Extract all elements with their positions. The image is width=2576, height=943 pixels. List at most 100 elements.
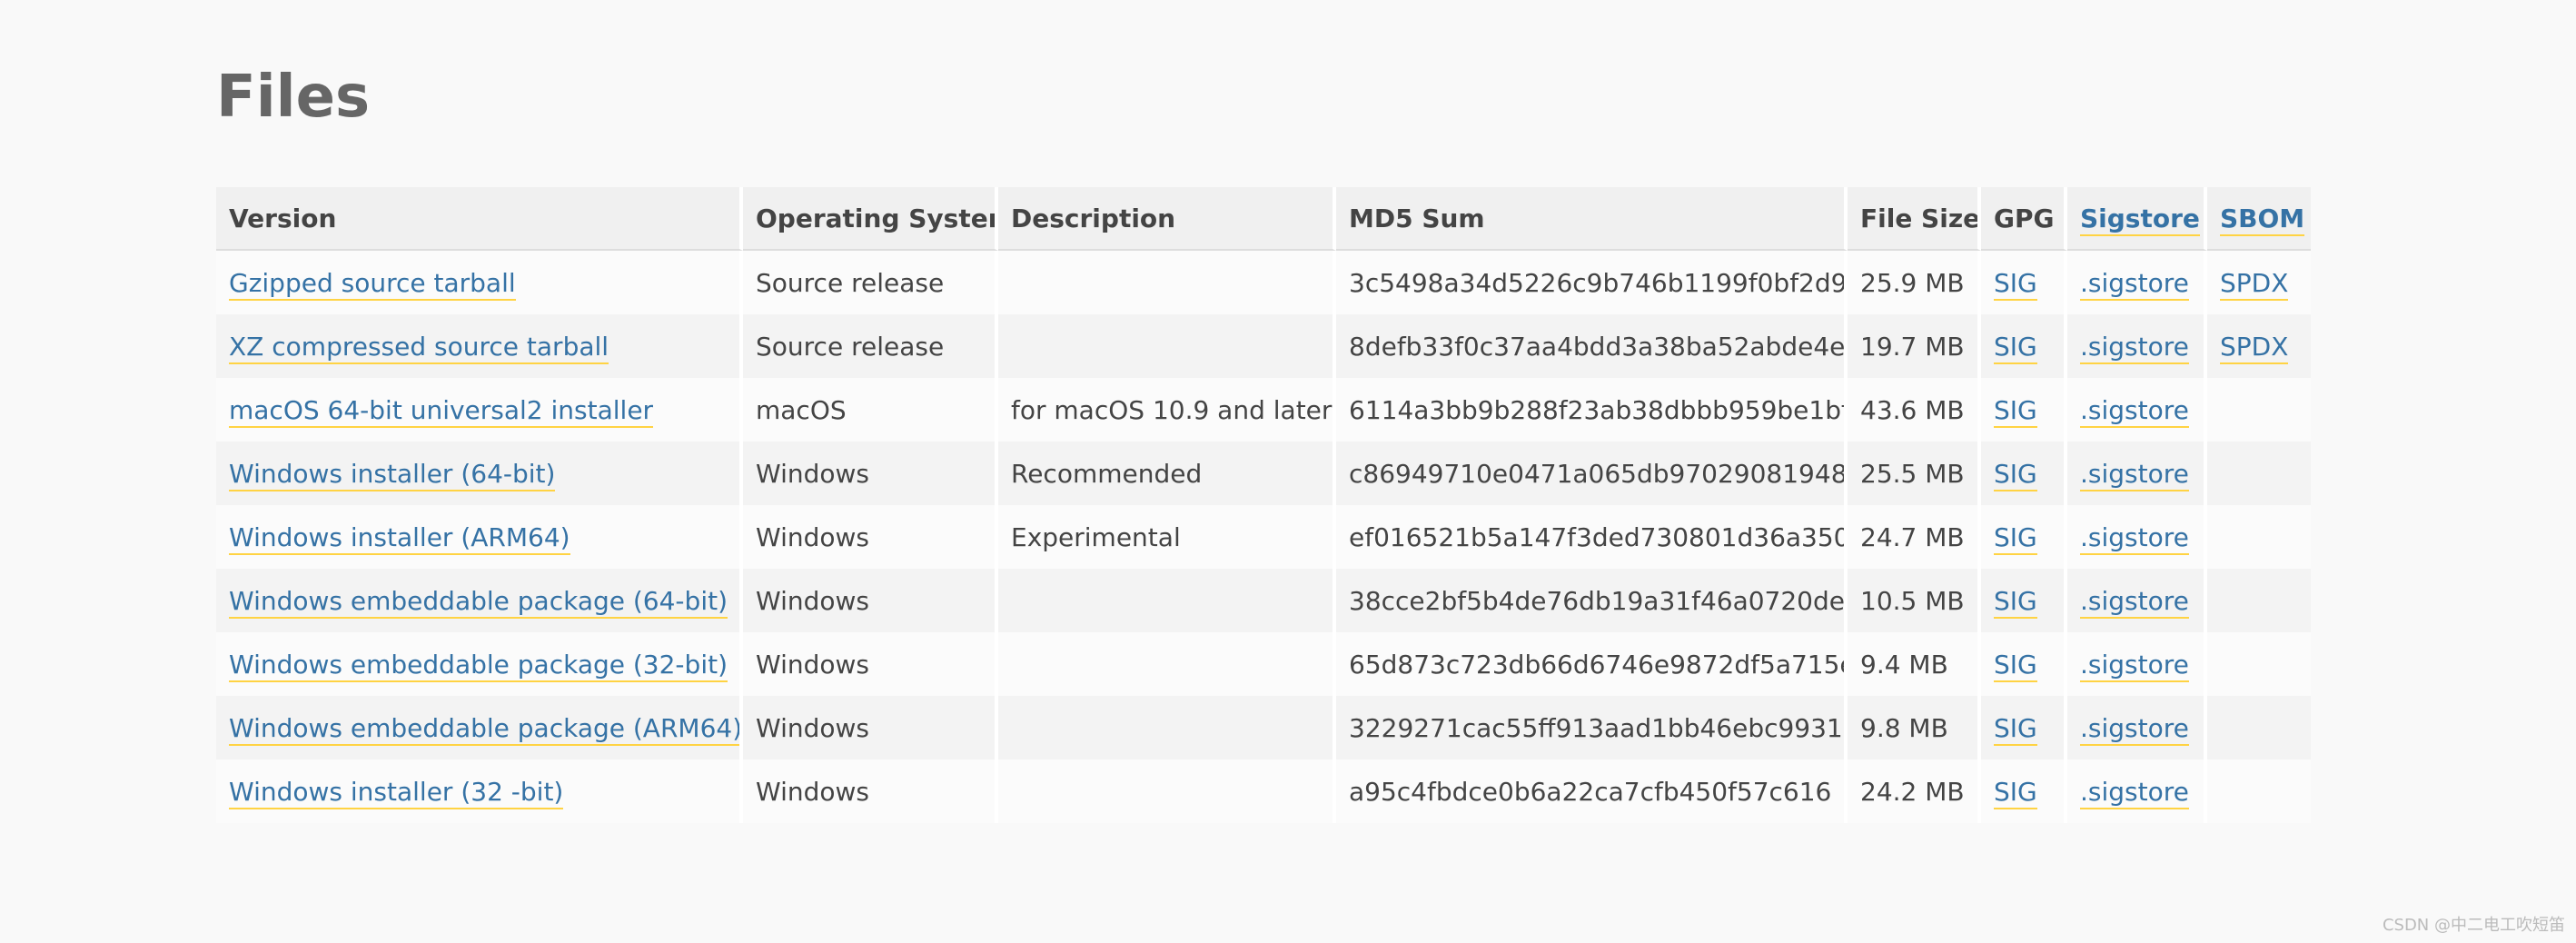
version-cell: Gzipped source tarball bbox=[216, 251, 743, 314]
sigstore-link[interactable]: .sigstore bbox=[2080, 458, 2189, 491]
sigstore-link[interactable]: .sigstore bbox=[2080, 776, 2189, 809]
os-cell: Windows bbox=[743, 759, 998, 823]
version-cell: Windows installer (64-bit) bbox=[216, 442, 743, 505]
sigstore-link[interactable]: .sigstore bbox=[2080, 649, 2189, 682]
sbom-cell bbox=[2207, 505, 2311, 569]
description-cell bbox=[998, 314, 1336, 378]
sbom-cell bbox=[2207, 569, 2311, 632]
gpg-sig-link[interactable]: SIG bbox=[1994, 458, 2037, 491]
sigstore-header-link[interactable]: Sigstore bbox=[2080, 203, 2200, 236]
sigstore-link[interactable]: .sigstore bbox=[2080, 267, 2189, 301]
sigstore-link[interactable]: .sigstore bbox=[2080, 331, 2189, 364]
description-cell bbox=[998, 251, 1336, 314]
gpg-sig-link[interactable]: SIG bbox=[1994, 394, 2037, 428]
os-text: Windows bbox=[756, 585, 869, 616]
gpg-sig-link[interactable]: SIG bbox=[1994, 267, 2037, 301]
os-cell: Windows bbox=[743, 696, 998, 759]
gpg-cell: SIG bbox=[1981, 442, 2067, 505]
size-text: 9.4 MB bbox=[1860, 649, 1948, 680]
download-link[interactable]: Windows installer (32 -bit) bbox=[229, 776, 564, 809]
gpg-cell: SIG bbox=[1981, 632, 2067, 696]
gpg-cell: SIG bbox=[1981, 314, 2067, 378]
description-text: Experimental bbox=[1011, 521, 1181, 552]
size-text: 24.7 MB bbox=[1860, 521, 1965, 552]
size-text: 24.2 MB bbox=[1860, 776, 1965, 807]
description-cell: Experimental bbox=[998, 505, 1336, 569]
version-cell: Windows installer (ARM64) bbox=[216, 505, 743, 569]
download-link[interactable]: XZ compressed source tarball bbox=[229, 331, 609, 364]
os-cell: Source release bbox=[743, 251, 998, 314]
size-cell: 24.7 MB bbox=[1848, 505, 1981, 569]
size-cell: 9.4 MB bbox=[1848, 632, 1981, 696]
os-text: Windows bbox=[756, 649, 869, 680]
os-text: macOS bbox=[756, 394, 847, 425]
os-cell: Source release bbox=[743, 314, 998, 378]
sbom-header-link[interactable]: SBOM bbox=[2220, 203, 2305, 236]
sigstore-link[interactable]: .sigstore bbox=[2080, 585, 2189, 619]
description-cell bbox=[998, 696, 1336, 759]
column-header-sbom: SBOM bbox=[2207, 187, 2311, 251]
table-row: Windows installer (32 -bit) Windows a95c4f… bbox=[216, 759, 2311, 823]
md5-cell: 3c5498a34d5226c9b746b1199f0bf2d9 bbox=[1336, 251, 1848, 314]
os-cell: macOS bbox=[743, 378, 998, 442]
gpg-cell: SIG bbox=[1981, 696, 2067, 759]
size-cell: 25.9 MB bbox=[1848, 251, 1981, 314]
download-link[interactable]: Windows embeddable package (ARM64) bbox=[229, 712, 739, 746]
sigstore-link[interactable]: .sigstore bbox=[2080, 712, 2189, 746]
table-header-row: Version Operating System Description MD5… bbox=[216, 187, 2311, 251]
sigstore-link[interactable]: .sigstore bbox=[2080, 394, 2189, 428]
md5-text: ef016521b5a147f3ded730801d36a350 bbox=[1349, 521, 1848, 552]
size-text: 10.5 MB bbox=[1860, 585, 1965, 616]
os-text: Windows bbox=[756, 458, 869, 489]
column-header-sigstore: Sigstore bbox=[2067, 187, 2207, 251]
download-link[interactable]: Windows installer (ARM64) bbox=[229, 521, 570, 555]
version-cell: Windows embeddable package (64-bit) bbox=[216, 569, 743, 632]
md5-text: 65d873c723db66d6746e9872df5a715e bbox=[1349, 649, 1848, 680]
sigstore-cell: .sigstore bbox=[2067, 314, 2207, 378]
sbom-cell: SPDX bbox=[2207, 251, 2311, 314]
page-title: Files bbox=[216, 64, 371, 131]
sigstore-cell: .sigstore bbox=[2067, 251, 2207, 314]
table-row: Windows installer (64-bit) Windows Recomme… bbox=[216, 442, 2311, 505]
md5-cell: 65d873c723db66d6746e9872df5a715e bbox=[1336, 632, 1848, 696]
sigstore-link[interactable]: .sigstore bbox=[2080, 521, 2189, 555]
sigstore-cell: .sigstore bbox=[2067, 696, 2207, 759]
version-cell: Windows embeddable package (ARM64) bbox=[216, 696, 743, 759]
download-link[interactable]: Windows embeddable package (64-bit) bbox=[229, 585, 728, 619]
sigstore-cell: .sigstore bbox=[2067, 505, 2207, 569]
sbom-cell: SPDX bbox=[2207, 314, 2311, 378]
md5-text: 3c5498a34d5226c9b746b1199f0bf2d9 bbox=[1349, 267, 1848, 298]
sbom-spdx-link[interactable]: SPDX bbox=[2220, 331, 2289, 364]
gpg-sig-link[interactable]: SIG bbox=[1994, 331, 2037, 364]
gpg-sig-link[interactable]: SIG bbox=[1994, 649, 2037, 682]
md5-text: a95c4fbdce0b6a22ca7cfb450f57c616 bbox=[1349, 776, 1832, 807]
size-cell: 9.8 MB bbox=[1848, 696, 1981, 759]
description-cell: Recommended bbox=[998, 442, 1336, 505]
md5-text: 8defb33f0c37aa4bdd3a38ba52abde4e bbox=[1349, 331, 1846, 362]
sbom-cell bbox=[2207, 378, 2311, 442]
description-text: for macOS 10.9 and later bbox=[1011, 394, 1333, 425]
sigstore-cell: .sigstore bbox=[2067, 378, 2207, 442]
sigstore-cell: .sigstore bbox=[2067, 569, 2207, 632]
download-link[interactable]: Windows installer (64-bit) bbox=[229, 458, 556, 491]
os-cell: Windows bbox=[743, 442, 998, 505]
column-header-version: Version bbox=[216, 187, 743, 251]
md5-cell: 3229271cac55ff913aad1bb46ebc9931 bbox=[1336, 696, 1848, 759]
table-row: Windows embeddable package (32-bit) Windo… bbox=[216, 632, 2311, 696]
gpg-sig-link[interactable]: SIG bbox=[1994, 521, 2037, 555]
sbom-cell bbox=[2207, 632, 2311, 696]
size-text: 25.5 MB bbox=[1860, 458, 1965, 489]
download-link[interactable]: Gzipped source tarball bbox=[229, 267, 516, 301]
size-cell: 24.2 MB bbox=[1848, 759, 1981, 823]
version-cell: Windows installer (32 -bit) bbox=[216, 759, 743, 823]
gpg-sig-link[interactable]: SIG bbox=[1994, 776, 2037, 809]
gpg-sig-link[interactable]: SIG bbox=[1994, 712, 2037, 746]
download-link[interactable]: Windows embeddable package (32-bit) bbox=[229, 649, 728, 682]
column-header-md5: MD5 Sum bbox=[1336, 187, 1848, 251]
os-text: Windows bbox=[756, 712, 869, 743]
download-link[interactable]: macOS 64-bit universal2 installer bbox=[229, 394, 654, 428]
md5-text: c86949710e0471a065db970290819489 bbox=[1349, 458, 1848, 489]
gpg-sig-link[interactable]: SIG bbox=[1994, 585, 2037, 619]
table-row: Windows embeddable package (ARM64) Window… bbox=[216, 696, 2311, 759]
sbom-spdx-link[interactable]: SPDX bbox=[2220, 267, 2289, 301]
